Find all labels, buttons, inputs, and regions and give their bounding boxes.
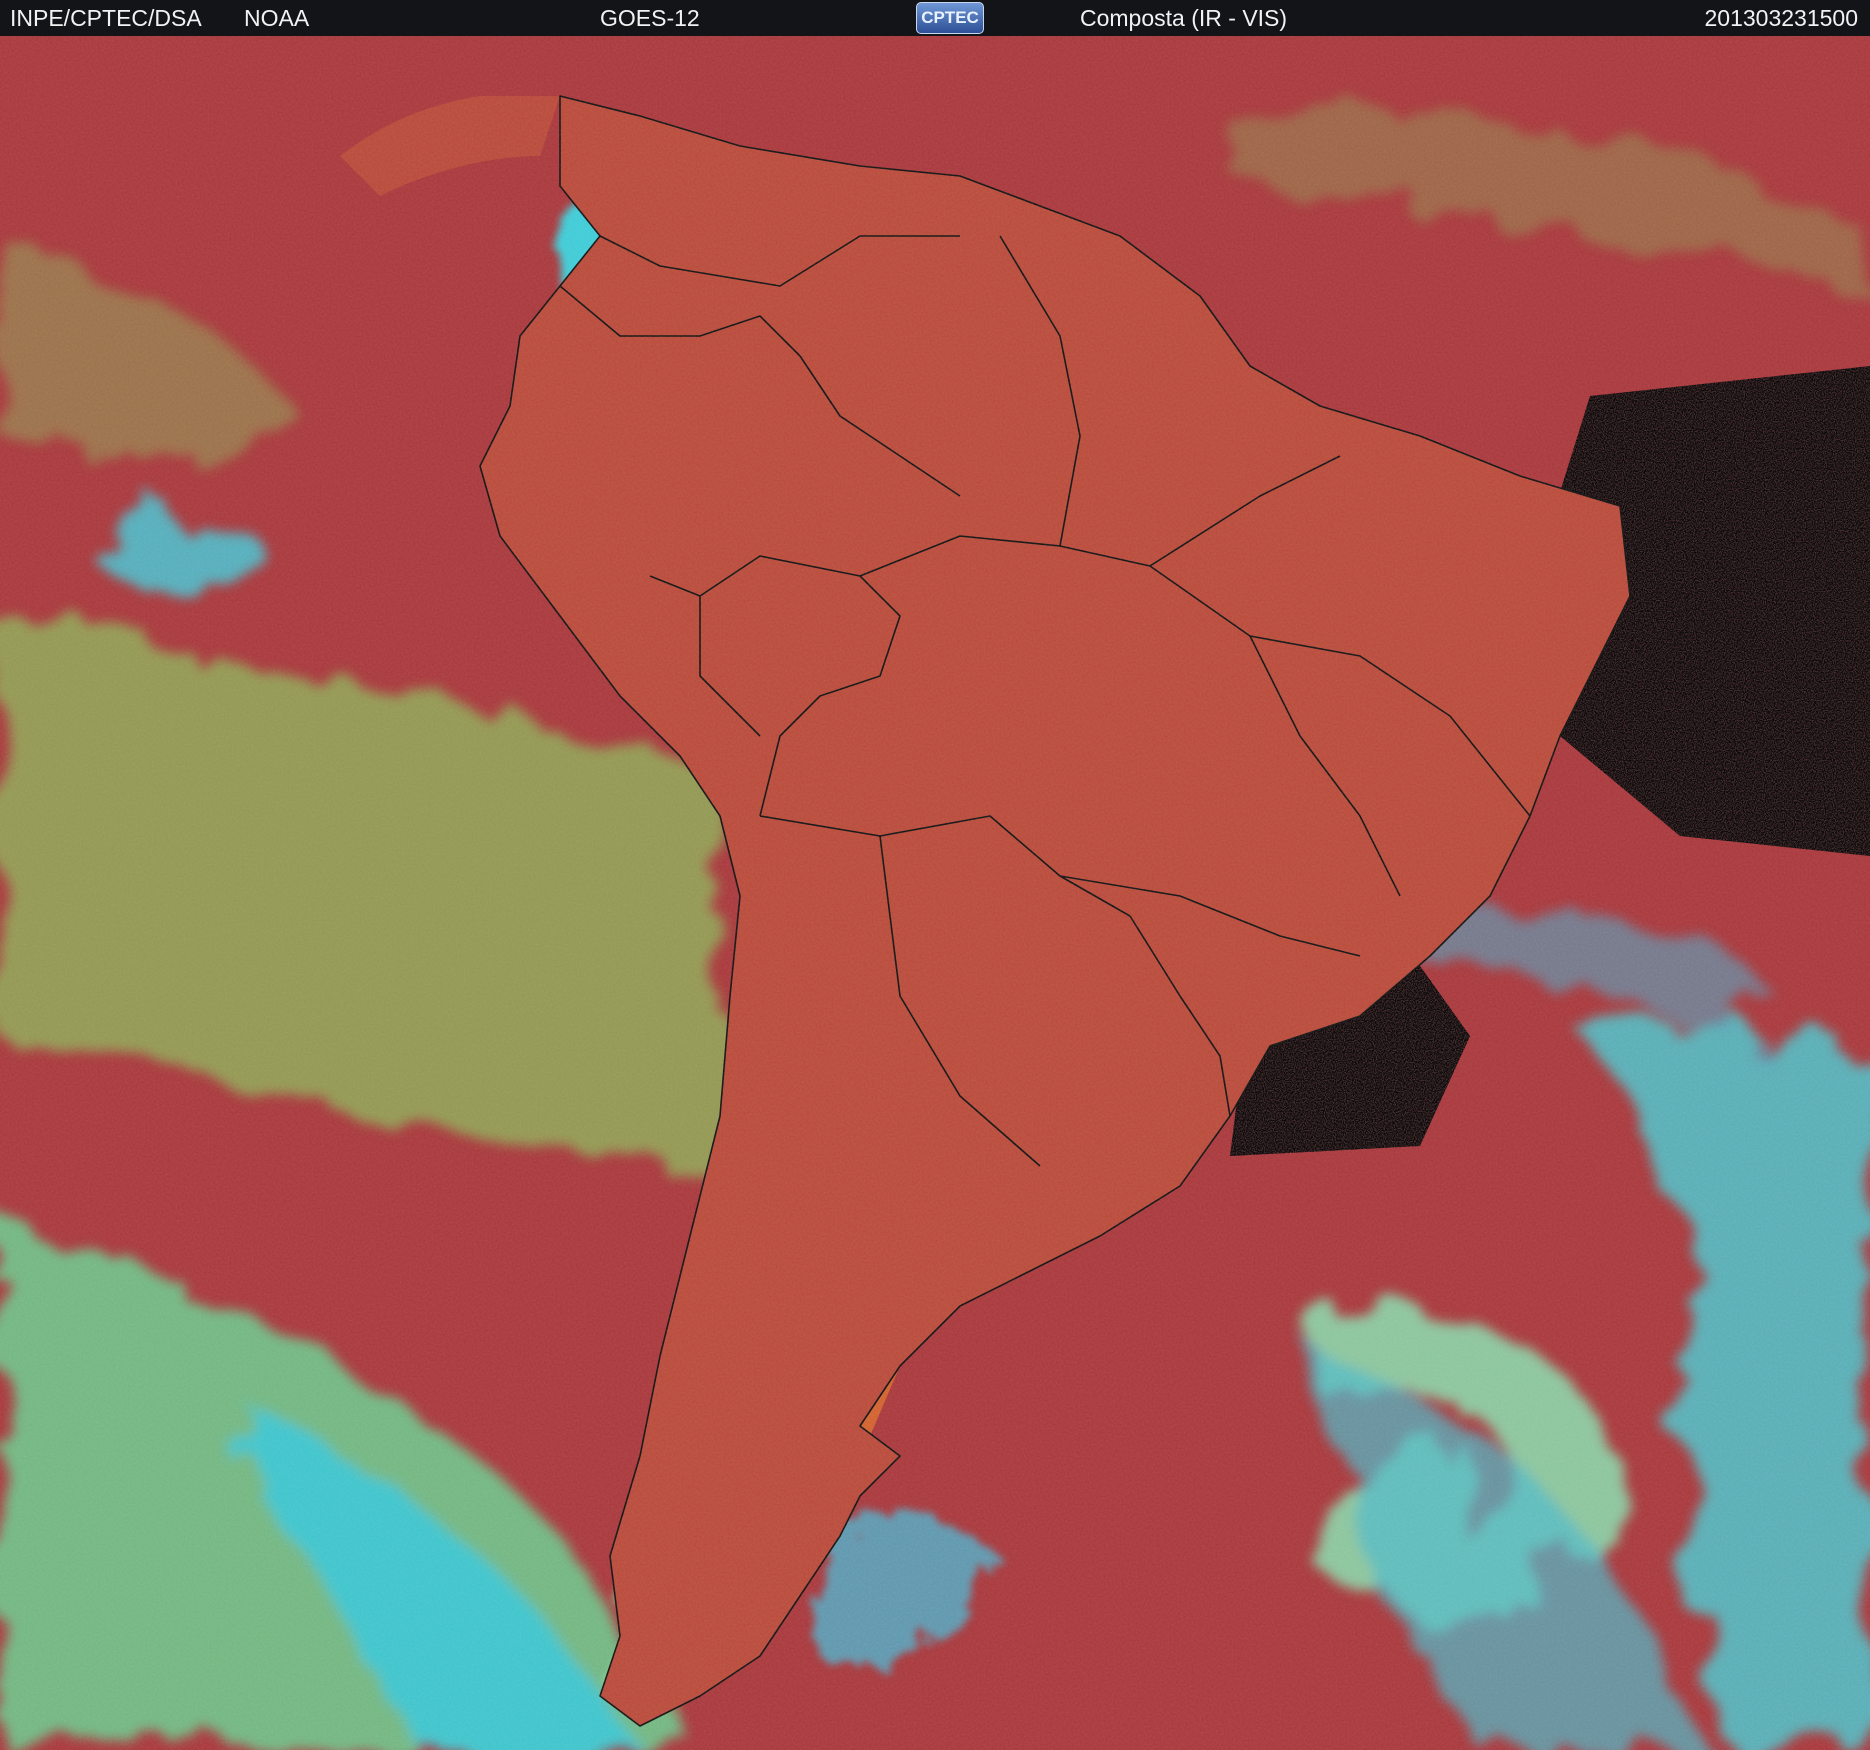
header-bar: INPE/CPTEC/DSA NOAA GOES-12 CPTEC Compos… [0,0,1870,37]
satellite-image [0,36,1870,1750]
organization-label: INPE/CPTEC/DSA [10,5,202,31]
cptec-logo-text: CPTEC [921,8,979,27]
product-label: Composta (IR - VIS) [1080,5,1288,31]
satellite-label: GOES-12 [600,5,700,31]
cptec-logo: CPTEC [916,2,984,34]
timestamp-label: 201303231500 [1704,5,1859,31]
agency-label: NOAA [244,5,310,31]
